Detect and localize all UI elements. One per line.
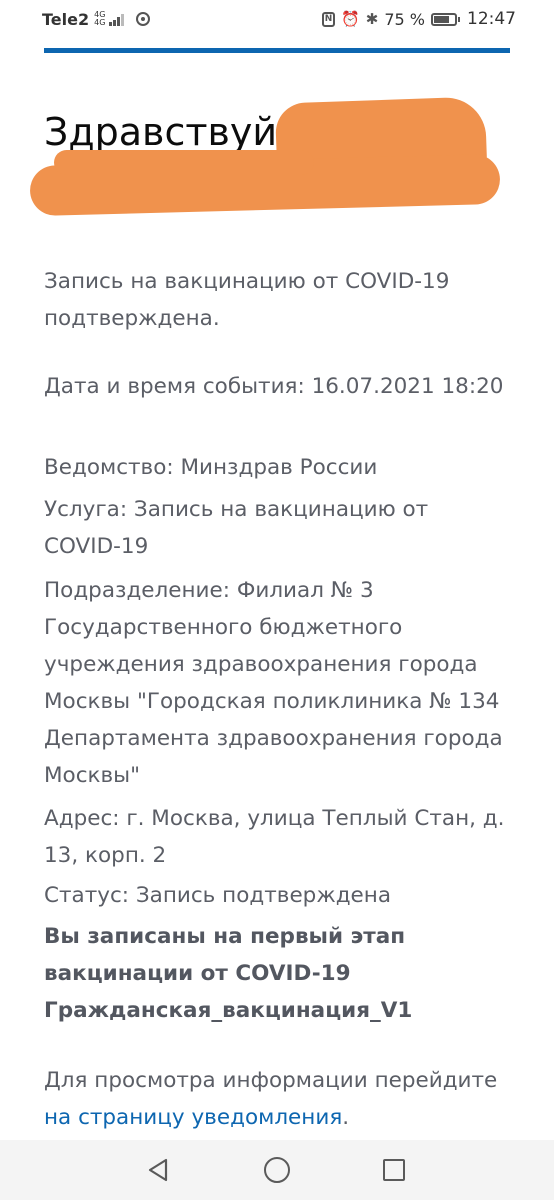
chrome-icon: [136, 12, 151, 26]
confirm-text: Запись на вакцинацию от COVID-19 подтвер…: [44, 269, 450, 331]
signal-icon: [109, 12, 125, 26]
info-suffix: .: [342, 1105, 350, 1130]
redaction-scribble-3: [54, 150, 314, 175]
recent-apps-icon[interactable]: [383, 1159, 405, 1181]
navigation-bar: [0, 1140, 554, 1200]
info-text: Для просмотра информации перейдите на ст…: [44, 1062, 510, 1136]
division-text: Подразделение: Филиал № 3 Государственно…: [44, 578, 503, 788]
header-divider: [44, 48, 510, 53]
nfc-icon: N: [322, 11, 336, 27]
department-text: Ведомство: Минздрав России: [44, 455, 378, 480]
bluetooth-icon: ✱: [365, 10, 379, 28]
datetime-text: Дата и время события: 16.07.2021 18:20: [44, 374, 504, 399]
service-text: Услуга: Запись на вакцинацию от COVID-19: [44, 497, 429, 559]
status-right: N ⏰ ✱ 75 % 12:47: [322, 8, 516, 30]
carrier-name: Tele2: [42, 9, 90, 29]
battery-percent: 75 %: [384, 9, 425, 29]
alarm-icon: ⏰: [341, 10, 360, 28]
status-bar: Tele2 4G 4G N ⏰ ✱ 75 % 12:47: [0, 0, 554, 40]
network-type-bottom: 4G: [94, 18, 106, 27]
back-icon[interactable]: [146, 1157, 172, 1183]
clock: 12:47: [467, 9, 516, 29]
status-left: Tele2 4G 4G: [42, 8, 151, 30]
notification-page-link[interactable]: на страницу уведомления: [44, 1105, 342, 1130]
network-type: 4G 4G: [94, 11, 105, 27]
info-prefix: Для просмотра информации перейдите: [44, 1068, 498, 1093]
status-text: Статус: Запись подтверждена: [44, 883, 392, 908]
stage-text: Вы записаны на первый этап вакцинации от…: [44, 924, 413, 1023]
battery-icon: [431, 12, 460, 26]
home-icon[interactable]: [264, 1157, 290, 1183]
address-text: Адрес: г. Москва, улица Теплый Стан, д. …: [44, 806, 505, 868]
